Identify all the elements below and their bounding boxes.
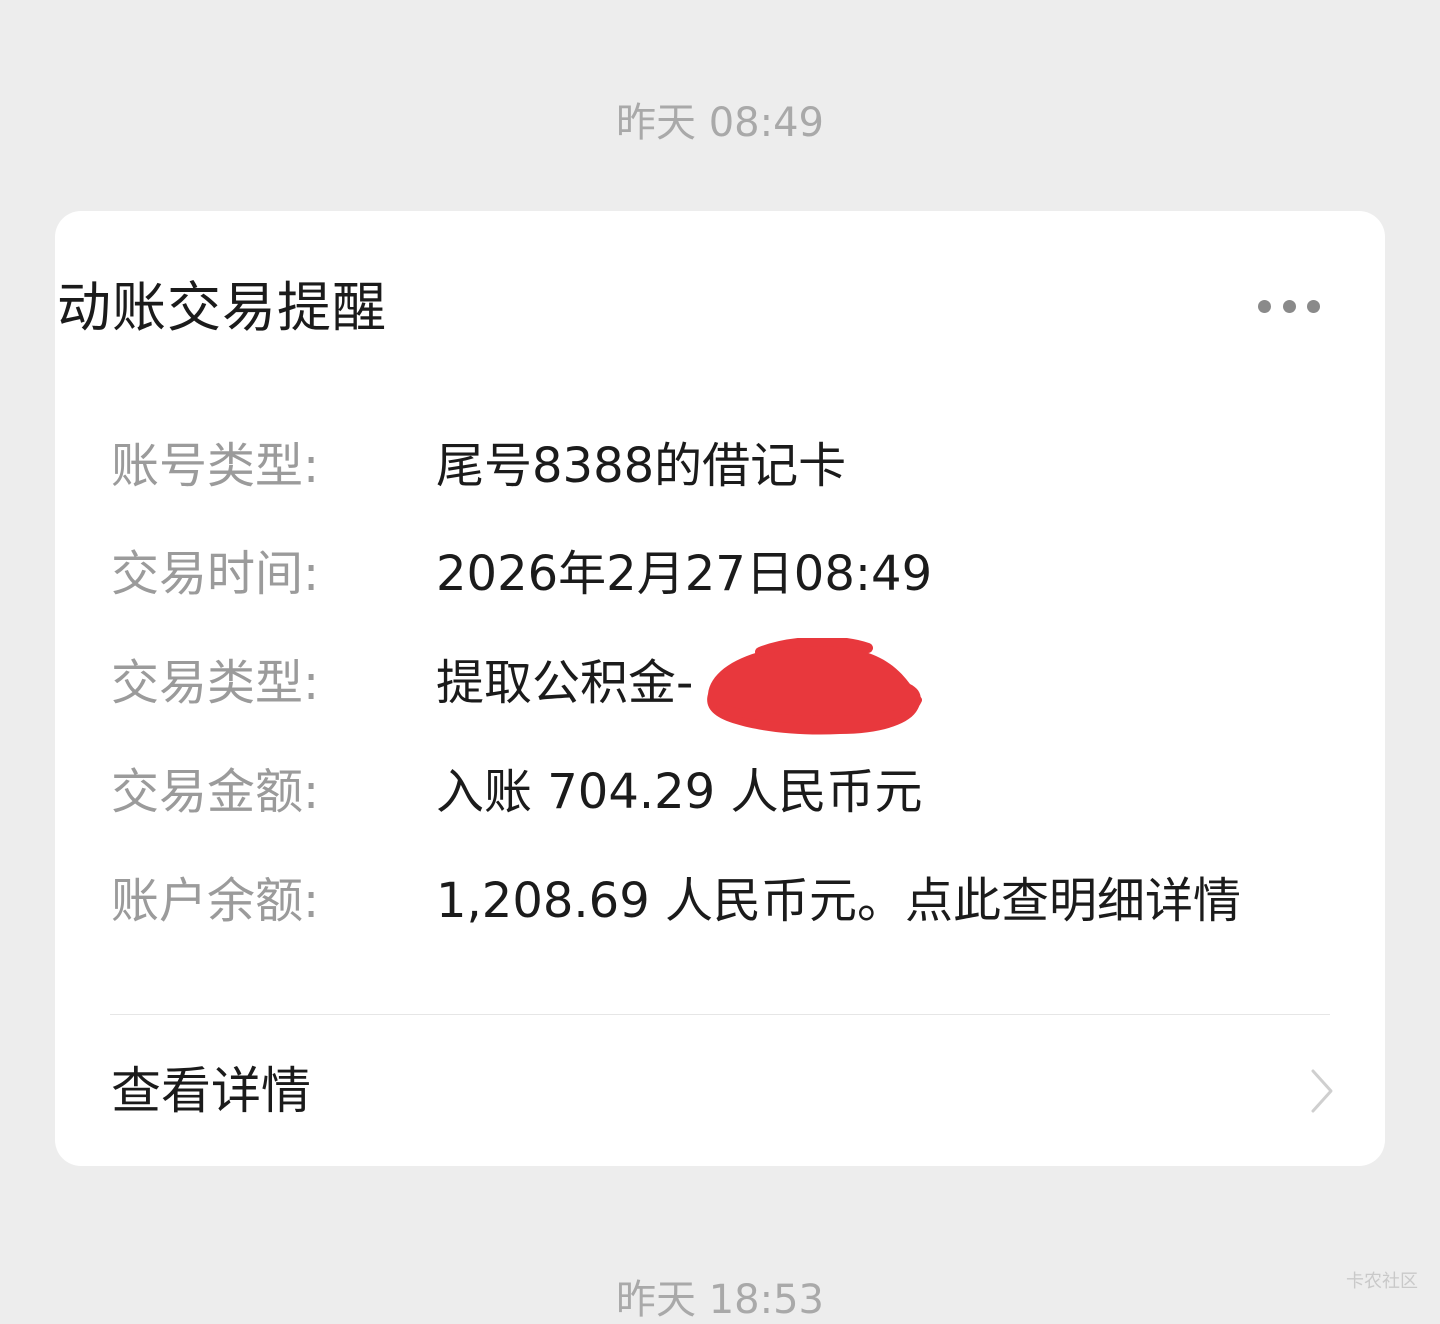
redaction-scribble [707, 638, 922, 735]
account-balance-row[interactable]: 账户余额: 1,208.69 人民币元。点此查明细详情 [0, 866, 1440, 936]
transaction-amount-label: 交易金额: [111, 764, 320, 820]
watermark: 卡农社区 [1346, 1271, 1418, 1292]
more-dot [1307, 299, 1320, 313]
chevron-right-icon [1311, 1069, 1333, 1113]
more-options-icon[interactable] [1258, 298, 1320, 314]
account-balance-value[interactable]: 1,208.69 人民币元。点此查明细详情 [436, 866, 1241, 936]
more-dot [1258, 299, 1271, 313]
account-type-value: 尾号8388的借记卡 [436, 438, 847, 494]
transaction-time-label: 交易时间: [111, 546, 320, 602]
view-details-label: 查看详情 [111, 1062, 311, 1120]
message-timestamp-top: 昨天 08:49 [616, 100, 824, 146]
transaction-time-value: 2026年2月27日08:49 [436, 546, 933, 602]
more-dot [1282, 299, 1296, 313]
card-title: 动账交易提醒 [57, 276, 387, 339]
transaction-amount-value: 入账 704.29 人民币元 [436, 764, 923, 820]
transaction-amount-row: 交易金额: 入账 704.29 人民币元 [0, 757, 1440, 827]
message-timestamp-bottom: 昨天 18:53 [616, 1277, 824, 1323]
account-type-row: 账号类型: 尾号8388的借记卡 [0, 431, 1440, 501]
transaction-time-row: 交易时间: 2026年2月27日08:49 [0, 539, 1440, 609]
account-type-label: 账号类型: [111, 438, 320, 494]
transaction-type-value: 提取公积金- [436, 655, 694, 711]
view-details-button[interactable]: 查看详情 [55, 1015, 1385, 1165]
transaction-type-label: 交易类型: [111, 655, 320, 711]
account-balance-label: 账户余额: [111, 873, 320, 929]
